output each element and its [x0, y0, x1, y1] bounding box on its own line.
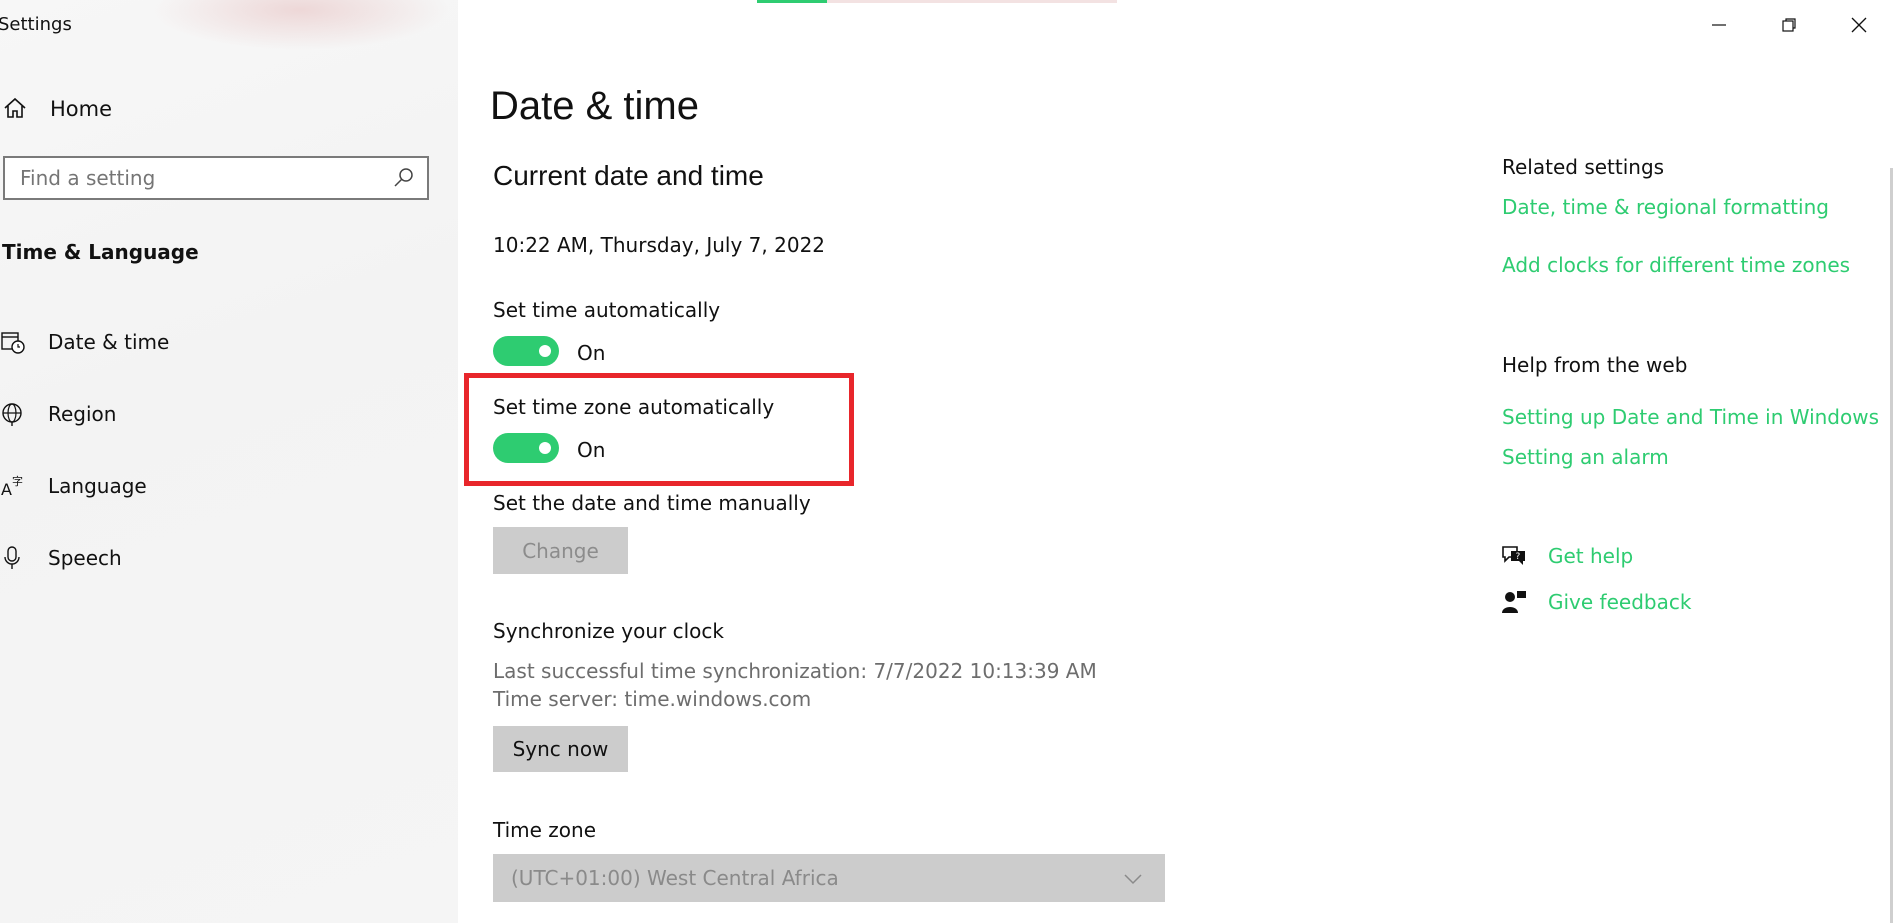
language-icon: A字 [0, 472, 30, 500]
scrollbar[interactable] [1890, 168, 1893, 923]
sidebar-item-label: Language [48, 474, 147, 498]
set-time-auto-state: On [577, 341, 606, 365]
sidebar-item-label: Home [50, 97, 113, 121]
svg-text:A: A [1, 480, 12, 499]
change-button[interactable]: Change [493, 527, 628, 574]
toggle-knob [539, 442, 551, 454]
highlight-box [464, 373, 854, 486]
sidebar-item-date-time[interactable]: Date & time [0, 322, 440, 362]
section-title-current: Current date and time [493, 160, 764, 191]
sidebar-item-region[interactable]: Region [0, 394, 440, 434]
sidebar-item-home[interactable]: Home [0, 92, 440, 126]
set-timezone-auto-label: Set time zone automatically [493, 395, 775, 419]
sidebar-decoration [150, 0, 450, 50]
calendar-clock-icon [0, 328, 30, 356]
get-help-link[interactable]: ? Get help [1500, 540, 1633, 572]
set-time-auto-label: Set time automatically [493, 298, 721, 322]
close-button[interactable] [1834, 10, 1884, 40]
set-time-auto-toggle[interactable] [493, 336, 559, 366]
current-datetime: 10:22 AM, Thursday, July 7, 2022 [493, 233, 826, 257]
minimize-button[interactable] [1694, 10, 1744, 40]
progress-track [827, 0, 1117, 3]
link-regional-formatting[interactable]: Date, time & regional formatting [1502, 195, 1829, 219]
sidebar-item-language[interactable]: A字 Language [0, 466, 440, 506]
chat-help-icon: ? [1500, 542, 1528, 570]
sidebar-item-label: Date & time [48, 330, 170, 354]
close-icon [1851, 17, 1867, 33]
last-sync-text: Last successful time synchronization: 7/… [493, 659, 1097, 683]
toggle-knob [539, 345, 551, 357]
link-add-clocks[interactable]: Add clocks for different time zones [1502, 253, 1850, 277]
set-timezone-auto-state: On [577, 438, 606, 462]
get-help-label: Get help [1548, 544, 1634, 568]
chevron-down-icon [1123, 871, 1143, 885]
restore-button[interactable] [1764, 10, 1814, 40]
sidebar-item-speech[interactable]: Speech [0, 538, 440, 578]
set-timezone-auto-toggle[interactable] [493, 433, 559, 463]
sidebar-section-title: Time & Language [2, 240, 199, 264]
time-server-text: Time server: time.windows.com [493, 687, 812, 711]
link-setting-alarm[interactable]: Setting an alarm [1502, 445, 1669, 469]
page-title: Date & time [490, 84, 699, 128]
svg-text:?: ? [1516, 552, 1521, 562]
home-icon [2, 96, 32, 122]
app-title: Settings [0, 14, 72, 35]
manual-label: Set the date and time manually [493, 491, 811, 515]
search-placeholder: Find a setting [20, 166, 156, 190]
minimize-icon [1712, 24, 1726, 26]
sync-now-button[interactable]: Sync now [493, 726, 628, 772]
sidebar: Settings Home Find a setting Time & Lang… [0, 0, 458, 923]
svg-text:字: 字 [12, 474, 23, 488]
timezone-value: (UTC+01:00) West Central Africa [511, 866, 839, 890]
link-setting-up-date-time[interactable]: Setting up Date and Time in Windows [1502, 405, 1879, 429]
sidebar-item-label: Region [48, 402, 117, 426]
timezone-label: Time zone [493, 818, 597, 842]
search-input[interactable]: Find a setting [3, 156, 429, 200]
give-feedback-label: Give feedback [1548, 590, 1692, 614]
sidebar-item-label: Speech [48, 546, 122, 570]
timezone-select[interactable]: (UTC+01:00) West Central Africa [493, 854, 1165, 902]
restore-icon [1782, 18, 1796, 32]
progress-accent [757, 0, 827, 3]
globe-icon [0, 400, 30, 428]
microphone-icon [0, 544, 30, 572]
feedback-icon [1500, 588, 1528, 616]
help-web-title: Help from the web [1502, 353, 1688, 377]
give-feedback-link[interactable]: Give feedback [1500, 586, 1691, 618]
search-icon [393, 167, 415, 189]
related-settings-title: Related settings [1502, 155, 1665, 179]
sync-title: Synchronize your clock [493, 619, 724, 643]
